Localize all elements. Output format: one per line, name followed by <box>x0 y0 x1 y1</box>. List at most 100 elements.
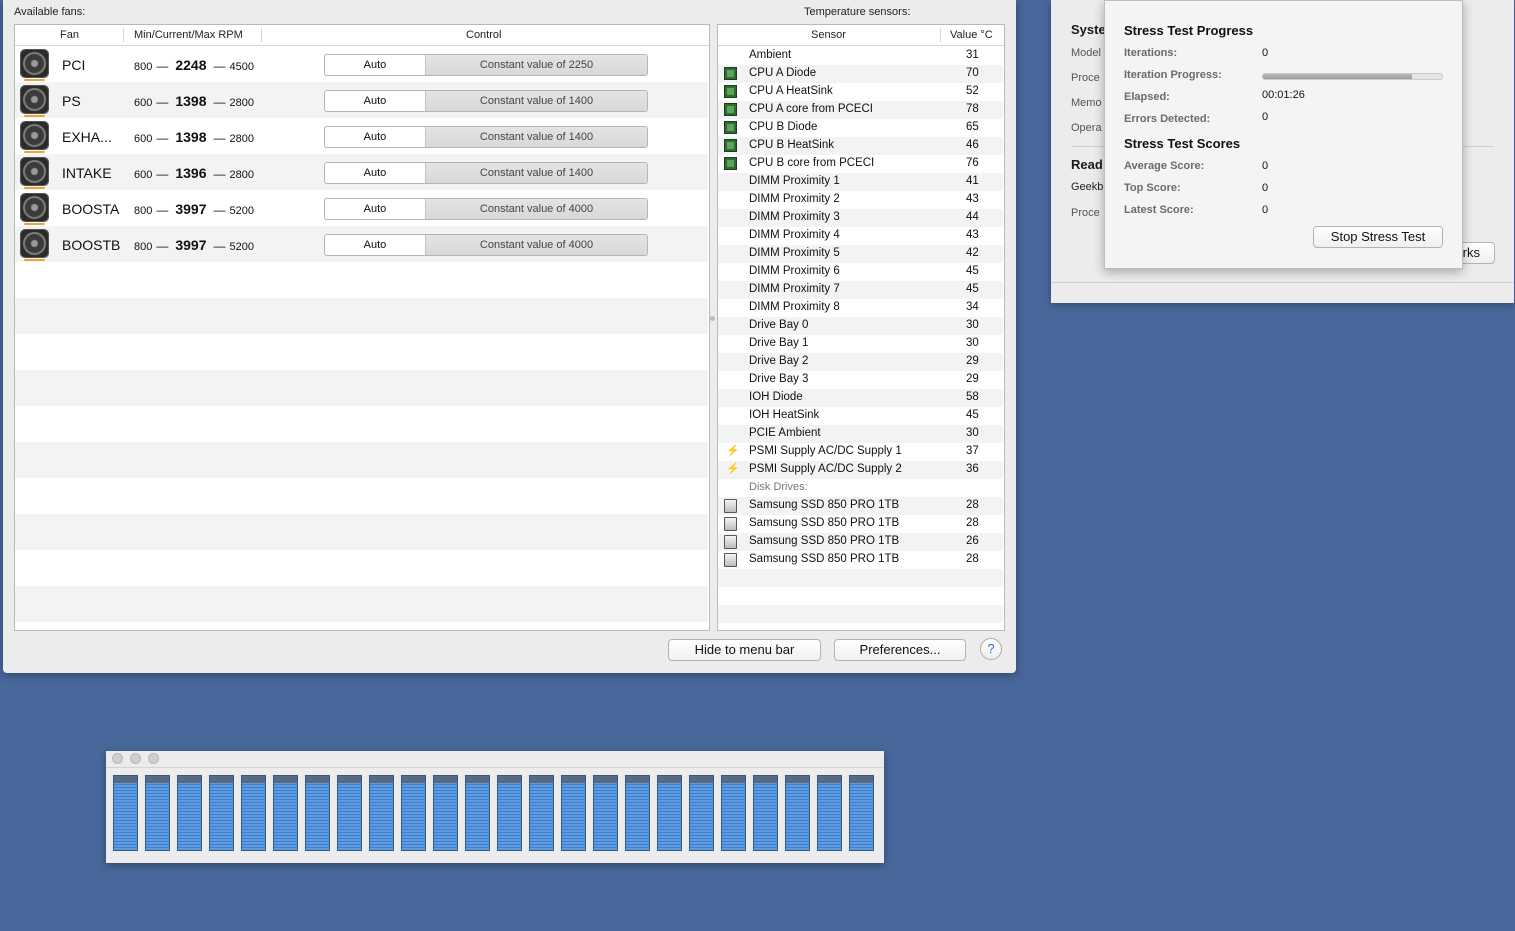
preferences-button[interactable]: Preferences... <box>834 639 966 661</box>
sensor-value: 30 <box>966 319 979 331</box>
fan-constant-segment[interactable]: Constant value of 4000 <box>425 235 647 255</box>
fan-constant-segment[interactable]: Constant value of 4000 <box>425 199 647 219</box>
fan-current-rpm: 2248 <box>175 57 207 73</box>
cpu-core-bar <box>689 775 714 851</box>
fan-name: INTAKE <box>62 165 112 181</box>
rpm-column-header[interactable]: Min/Current/Max RPM <box>134 29 243 41</box>
fan-auto-segment[interactable]: Auto <box>325 55 425 75</box>
sensor-row[interactable]: Samsung SSD 850 PRO 1TB 28 <box>718 515 1003 533</box>
sensor-row[interactable]: DIMM Proximity 2 43 <box>718 191 1003 209</box>
fan-control-segmented: Auto Constant value of 1400 <box>324 126 648 148</box>
sensor-row[interactable]: DIMM Proximity 5 42 <box>718 245 1003 263</box>
sensor-row[interactable]: Drive Bay 0 30 <box>718 317 1003 335</box>
geekbench-label: Geekb <box>1071 181 1104 193</box>
sensor-row[interactable]: IOH HeatSink 45 <box>718 407 1003 425</box>
fan-row[interactable]: INTAKE 600—1396—2800 Auto Constant value of… <box>15 154 708 190</box>
elapsed-label: Elapsed: <box>1124 91 1170 103</box>
chip-icon <box>724 67 737 80</box>
sensor-row[interactable]: CPU B HeatSink 46 <box>718 137 1003 155</box>
sensor-row[interactable]: Drive Bay 1 30 <box>718 335 1003 353</box>
split-view-divider[interactable] <box>710 316 715 321</box>
cpu-core-bar <box>753 775 778 851</box>
close-window-button[interactable] <box>112 753 123 764</box>
cpu-core-bar <box>593 775 618 851</box>
sensor-row[interactable]: Samsung SSD 850 PRO 1TB 28 <box>718 551 1003 569</box>
fan-constant-segment[interactable]: Constant value of 1400 <box>425 127 647 147</box>
sensor-row[interactable]: Drive Bay 3 29 <box>718 371 1003 389</box>
sensor-row[interactable]: CPU A Diode 70 <box>718 65 1003 83</box>
fan-name: PCI <box>62 57 86 73</box>
fan-row[interactable]: BOOSTB 800—3997—5200 Auto Constant value of… <box>15 226 708 262</box>
average-score-label: Average Score: <box>1124 160 1205 172</box>
fan-auto-segment[interactable]: Auto <box>325 235 425 255</box>
disk-icon <box>724 517 737 531</box>
sensor-column-header[interactable]: Sensor <box>811 29 846 41</box>
control-column-header[interactable]: Control <box>466 29 501 41</box>
sensor-row[interactable]: CPU A HeatSink 52 <box>718 83 1003 101</box>
sensor-row[interactable]: CPU A core from PCECI 78 <box>718 101 1003 119</box>
sensor-row[interactable]: IOH Diode 58 <box>718 389 1003 407</box>
zoom-window-button[interactable] <box>148 753 159 764</box>
sensor-row[interactable]: ⚡ PSMI Supply AC/DC Supply 1 37 <box>718 443 1003 461</box>
hide-to-menu-bar-button[interactable]: Hide to menu bar <box>668 639 821 661</box>
cpu-core-bar <box>529 775 554 851</box>
cpu-core-bar <box>817 775 842 851</box>
fan-rpm: 600—1396—2800 <box>134 165 254 181</box>
sensor-row[interactable]: CPU B Diode 65 <box>718 119 1003 137</box>
fan-rpm: 800—3997—5200 <box>134 237 254 253</box>
memory-label: Memo <box>1071 97 1102 109</box>
sensor-name: PCIE Ambient <box>749 427 821 439</box>
fan-constant-segment[interactable]: Constant value of 1400 <box>425 163 647 183</box>
sensor-row[interactable]: ⚡ PSMI Supply AC/DC Supply 2 36 <box>718 461 1003 479</box>
sensor-row[interactable]: DIMM Proximity 1 41 <box>718 173 1003 191</box>
sensor-row[interactable]: DIMM Proximity 6 45 <box>718 263 1003 281</box>
sensor-name: Samsung SSD 850 PRO 1TB <box>749 517 900 529</box>
rpm-separator: — <box>156 95 169 109</box>
fan-auto-segment[interactable]: Auto <box>325 91 425 111</box>
fan-min-rpm: 600 <box>134 169 153 181</box>
fan-constant-segment[interactable]: Constant value of 1400 <box>425 91 647 111</box>
sensor-row[interactable]: DIMM Proximity 3 44 <box>718 209 1003 227</box>
sensor-row[interactable]: DIMM Proximity 4 43 <box>718 227 1003 245</box>
sensor-row[interactable]: Ambient 31 <box>718 47 1003 65</box>
cpu-core-bar <box>849 775 874 851</box>
lightning-icon: ⚡ <box>726 463 740 475</box>
cpu-core-bar <box>401 775 426 851</box>
fan-control-window: Available fans: Temperature sensors: Fan… <box>3 0 1016 673</box>
sensor-value: 44 <box>966 211 979 223</box>
fan-row[interactable]: PS 600—1398—2800 Auto Constant value of 140… <box>15 82 708 118</box>
fan-name: BOOSTB <box>62 237 121 253</box>
fan-column-header[interactable]: Fan <box>60 29 79 41</box>
stop-stress-test-button[interactable]: Stop Stress Test <box>1313 226 1443 248</box>
cpu-core-bar <box>305 775 330 851</box>
fan-row[interactable]: EXHA... 600—1398—2800 Auto Constant value o… <box>15 118 708 154</box>
fan-control-segmented: Auto Constant value of 4000 <box>324 234 648 256</box>
sensor-row[interactable]: DIMM Proximity 8 34 <box>718 299 1003 317</box>
sensor-name: Drive Bay 0 <box>749 319 809 331</box>
sensor-value: 52 <box>966 85 979 97</box>
fan-row[interactable]: PCI 800—2248—4500 Auto Constant value of 22… <box>15 46 708 82</box>
fan-constant-segment[interactable]: Constant value of 2250 <box>425 55 647 75</box>
fan-auto-segment[interactable]: Auto <box>325 163 425 183</box>
sensor-row[interactable]: PCIE Ambient 30 <box>718 425 1003 443</box>
sensor-row[interactable]: Samsung SSD 850 PRO 1TB 28 <box>718 497 1003 515</box>
help-button[interactable]: ? <box>980 638 1002 660</box>
sensor-row[interactable]: Drive Bay 2 29 <box>718 353 1003 371</box>
minimize-window-button[interactable] <box>130 753 141 764</box>
sensor-name: DIMM Proximity 4 <box>749 229 840 241</box>
empty-row <box>15 298 708 334</box>
sensor-name: CPU A core from PCECI <box>749 103 873 115</box>
value-column-header[interactable]: Value °C <box>950 29 993 41</box>
sensor-value: 42 <box>966 247 979 259</box>
sensor-value: 34 <box>966 301 979 313</box>
cpu-core-bar <box>785 775 810 851</box>
sensor-row[interactable]: CPU B core from PCECI 76 <box>718 155 1003 173</box>
fan-auto-segment[interactable]: Auto <box>325 127 425 147</box>
empty-row <box>15 586 708 622</box>
sensor-row[interactable]: DIMM Proximity 7 45 <box>718 281 1003 299</box>
sensor-row[interactable]: Samsung SSD 850 PRO 1TB 26 <box>718 533 1003 551</box>
sensor-name: Samsung SSD 850 PRO 1TB <box>749 499 900 511</box>
fan-auto-segment[interactable]: Auto <box>325 199 425 219</box>
fan-min-rpm: 600 <box>134 97 153 109</box>
fan-row[interactable]: BOOSTA 800—3997—5200 Auto Constant value of… <box>15 190 708 226</box>
